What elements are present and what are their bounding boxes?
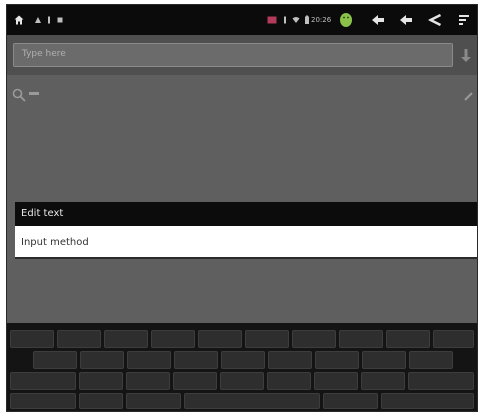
search-bar: Type here (7, 35, 477, 75)
keyboard-key[interactable] (10, 330, 54, 348)
share-icon[interactable] (425, 5, 445, 35)
pencil-icon[interactable] (463, 87, 475, 101)
keyboard-key[interactable] (151, 330, 195, 348)
keyboard-key[interactable] (323, 393, 378, 409)
keyboard-key[interactable] (245, 330, 289, 348)
keyboard-key[interactable] (127, 351, 171, 369)
search-go-icon[interactable] (457, 43, 475, 67)
keyboard-key[interactable] (433, 330, 474, 348)
keyboard-key[interactable] (174, 351, 218, 369)
android-icon (337, 5, 355, 35)
keyboard-key[interactable] (267, 372, 311, 390)
keyboard-key[interactable] (79, 372, 123, 390)
message-icon (265, 5, 279, 35)
keyboard-key[interactable] (362, 351, 406, 369)
backspace-key[interactable] (408, 372, 474, 390)
search-placeholder: Type here (22, 49, 66, 59)
space-key[interactable] (184, 393, 320, 409)
usb-icon (280, 5, 290, 35)
keyboard-key[interactable] (57, 330, 101, 348)
shift-key[interactable] (10, 372, 76, 390)
wifi-icon (291, 5, 301, 35)
keyboard-key[interactable] (386, 330, 430, 348)
keyboard-key[interactable] (361, 372, 405, 390)
home-icon[interactable] (11, 5, 27, 35)
keyboard-key[interactable] (315, 351, 359, 369)
input-method-option[interactable]: Input method (15, 226, 477, 259)
dialog-title: Edit text (15, 202, 477, 226)
keyboard-key[interactable] (126, 372, 170, 390)
keyboard-key[interactable] (292, 330, 336, 348)
tablet-screen: 20:26 Type here Edit text Input method (6, 4, 478, 412)
back-arrow-icon[interactable] (368, 5, 388, 35)
keyboard-key[interactable] (33, 351, 77, 369)
symbols-key[interactable] (10, 393, 76, 409)
keyboard-key[interactable] (409, 351, 453, 369)
keyboard-key[interactable] (80, 351, 124, 369)
search-input[interactable]: Type here (13, 43, 453, 67)
keyboard-key[interactable] (198, 330, 242, 348)
notification-icon (55, 5, 65, 35)
keyboard-key[interactable] (173, 372, 217, 390)
notification-icon (33, 5, 43, 35)
back-arrow-icon[interactable] (396, 5, 416, 35)
search-icon (12, 87, 26, 102)
keyboard-key[interactable] (221, 351, 265, 369)
results-row (7, 81, 477, 105)
notification-icon (44, 5, 54, 35)
keyboard-key[interactable] (104, 330, 148, 348)
menu-icon[interactable] (455, 5, 473, 35)
keyboard-key[interactable] (314, 372, 358, 390)
enter-key[interactable] (381, 393, 474, 409)
query-marker (29, 92, 39, 95)
status-bar: 20:26 (7, 5, 477, 35)
keyboard-key[interactable] (268, 351, 312, 369)
settings-key[interactable] (79, 393, 123, 409)
keyboard-key[interactable] (220, 372, 264, 390)
keyboard-key[interactable] (126, 393, 181, 409)
clock: 20:26 (311, 16, 332, 24)
keyboard (7, 323, 477, 411)
keyboard-key[interactable] (339, 330, 383, 348)
